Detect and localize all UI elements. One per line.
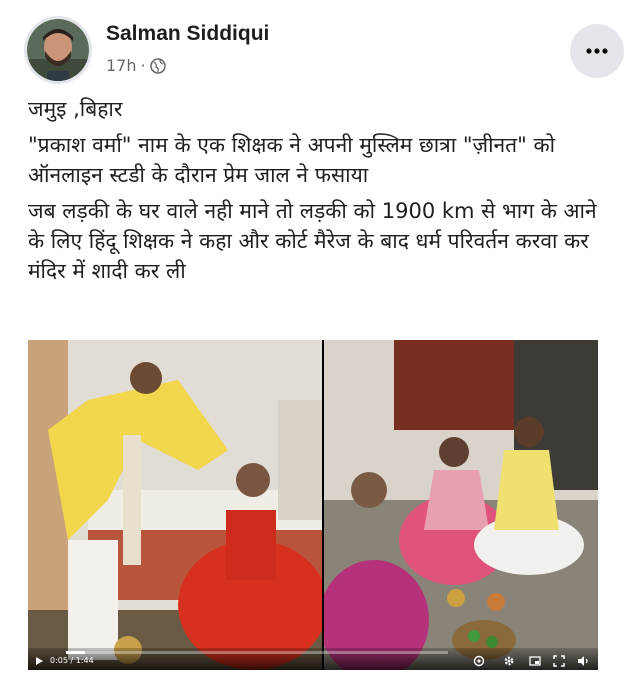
post-paragraph-2: जब लड़की के घर वाले नही माने तो लड़की को… xyxy=(28,199,597,283)
author-name[interactable]: Salman Siddiqui xyxy=(106,22,269,46)
post-text: जमुइ ,बिहार "प्रकाश वर्मा" नाम के एक शिक… xyxy=(28,94,618,292)
more-options-button[interactable] xyxy=(570,24,624,78)
more-horizontal-icon xyxy=(586,48,608,54)
video-controls: 0:05 / 1:44 xyxy=(28,648,598,670)
post-location: जमुइ ,बिहार xyxy=(28,97,123,121)
avatar[interactable] xyxy=(24,16,92,84)
globe-icon xyxy=(149,57,166,74)
post-paragraph-1: "प्रकाश वर्मा" नाम के एक शिक्षक ने अपनी … xyxy=(28,133,556,187)
pip-icon[interactable] xyxy=(528,654,542,668)
volume-icon[interactable] xyxy=(472,654,486,668)
video-frame-right xyxy=(324,340,598,670)
video-frame-left xyxy=(28,340,322,670)
video-progress-fill xyxy=(66,651,86,654)
mute-icon[interactable] xyxy=(576,654,590,668)
video-time: 0:05 / 1:44 xyxy=(50,656,94,665)
post-meta: 17h · xyxy=(106,56,166,75)
fullscreen-icon[interactable] xyxy=(552,654,566,668)
facebook-post: Salman Siddiqui 17h · जमुइ ,बिहार "प्रका… xyxy=(0,0,644,675)
meta-separator: · xyxy=(140,56,146,75)
settings-icon[interactable] xyxy=(502,654,516,668)
post-time[interactable]: 17h xyxy=(106,56,137,75)
video-progress-bar[interactable] xyxy=(66,651,448,654)
play-icon[interactable] xyxy=(32,654,46,668)
post-header: Salman Siddiqui 17h · xyxy=(24,16,624,84)
video-player[interactable]: 0:05 / 1:44 xyxy=(28,340,598,670)
